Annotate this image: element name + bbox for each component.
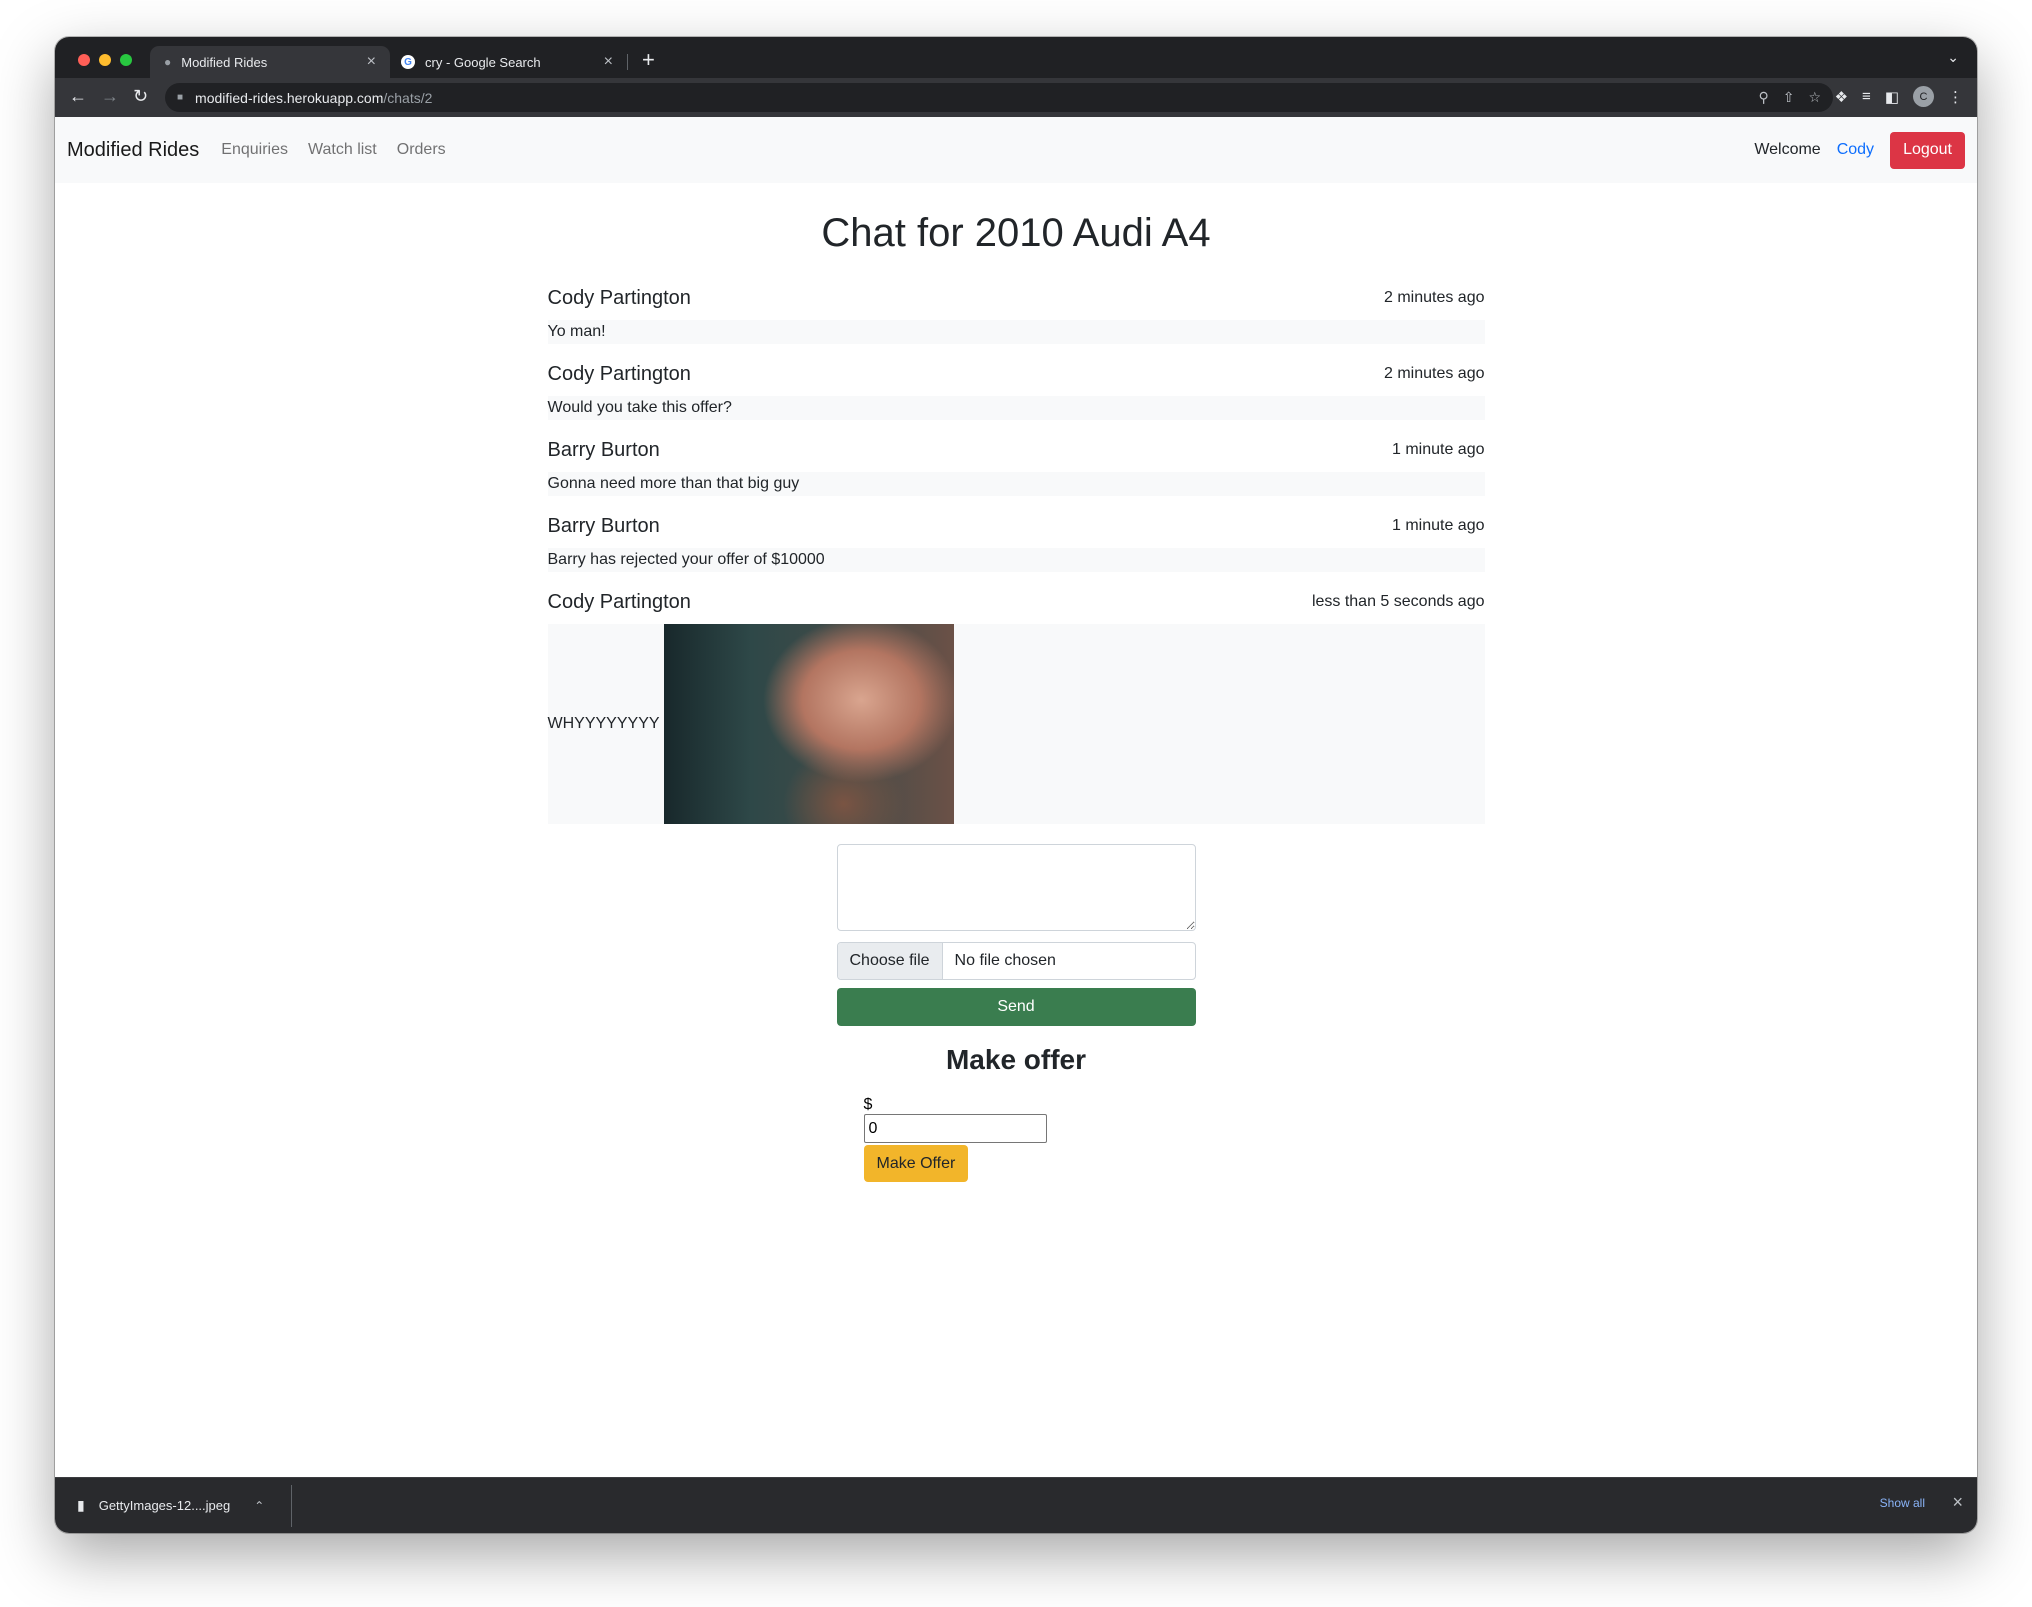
url-path: /chats/2 (383, 89, 433, 106)
chevron-up-icon[interactable]: ⌃ (254, 1499, 264, 1513)
browser-window: ● Modified Rides × G cry - Google Search… (55, 37, 1977, 1533)
message-author: Cody Partington (547, 286, 691, 309)
message-text: WHYYYYYYYY (547, 715, 660, 732)
message-header: Barry Burton 1 minute ago (547, 514, 1485, 537)
location-pin-icon[interactable]: ⚲ (1758, 89, 1768, 106)
message-body: Would you take this offer? (547, 396, 1485, 420)
message-author: Barry Burton (547, 514, 660, 537)
message-textarea[interactable] (836, 844, 1196, 931)
message-time: 2 minutes ago (1383, 289, 1485, 306)
reading-list-icon[interactable]: ≡ (1862, 88, 1871, 105)
file-input[interactable]: Choose file No file chosen (836, 942, 1196, 980)
profile-avatar[interactable]: C (1913, 86, 1934, 107)
message-header: Cody Partington 2 minutes ago (547, 286, 1485, 309)
close-icon[interactable]: × (604, 53, 613, 71)
message-header: Barry Burton 1 minute ago (547, 438, 1485, 461)
message-author: Barry Burton (547, 438, 660, 461)
site-navbar: Modified Rides Enquiries Watch list Orde… (55, 117, 1977, 183)
bookmark-star-icon[interactable]: ☆ (1808, 89, 1821, 106)
close-icon[interactable]: × (1952, 1492, 1963, 1513)
chat-title: Chat for 2010 Audi A4 (821, 211, 1211, 255)
maximize-window-button[interactable] (120, 54, 132, 66)
offer-amount-input[interactable] (863, 1114, 1047, 1143)
url-host: modified-rides.herokuapp.com (195, 89, 384, 106)
side-panel-icon[interactable]: ◧ (1885, 88, 1899, 106)
welcome-text: Welcome (1754, 141, 1821, 158)
send-button[interactable]: Send (836, 988, 1196, 1026)
message-body: WHYYYYYYYY (547, 624, 1485, 824)
nav-link-watch-list[interactable]: Watch list (298, 141, 387, 159)
toolbar-actions: ❖ ≡ ◧ C ⋮ (1835, 86, 1963, 107)
chat-message: Barry Burton 1 minute ago Barry has reje… (547, 514, 1485, 572)
extensions-puzzle-icon[interactable]: ❖ (1835, 88, 1848, 106)
message-header: Cody Partington 2 minutes ago (547, 362, 1485, 385)
offer-form: $ Make Offer (837, 1096, 1196, 1182)
chat-message: Cody Partington less than 5 seconds ago … (547, 590, 1485, 824)
message-list: Cody Partington 2 minutes ago Yo man! Co… (547, 286, 1485, 824)
currency-label: $ (863, 1096, 873, 1113)
web-page: Modified Rides Enquiries Watch list Orde… (55, 117, 1977, 1477)
lock-icon: ■ (177, 92, 184, 103)
message-body: Yo man! (547, 320, 1485, 344)
file-icon: ▮ (77, 1497, 85, 1513)
close-icon[interactable]: × (367, 53, 376, 71)
make-offer-heading: Make offer (945, 1044, 1087, 1075)
message-time: 1 minute ago (1391, 517, 1485, 534)
globe-icon: ● (164, 55, 172, 69)
tab-title: cry - Google Search (425, 54, 541, 70)
nav-link-orders[interactable]: Orders (387, 141, 456, 159)
google-icon: G (401, 55, 415, 69)
new-tab-button[interactable]: + (642, 47, 655, 73)
tab-search-chevron-icon[interactable]: ⌄ (1947, 49, 1959, 66)
brand-link[interactable]: Modified Rides (67, 139, 199, 162)
address-bar[interactable]: ■ modified-rides.herokuapp.com/chats/2 ⚲… (165, 83, 1833, 112)
tab-google-search[interactable]: G cry - Google Search × (387, 46, 627, 78)
chat-message: Barry Burton 1 minute ago Gonna need mor… (547, 438, 1485, 496)
tab-title: Modified Rides (181, 54, 268, 70)
download-separator (291, 1485, 292, 1527)
message-body: Barry has rejected your offer of $10000 (547, 548, 1485, 572)
back-arrow-icon[interactable]: ← (69, 86, 87, 107)
message-time: 1 minute ago (1391, 441, 1485, 458)
download-shelf: ▮ GettyImages-12....jpeg ⌃ Show all × (55, 1477, 1977, 1533)
crying-man-photo (663, 624, 954, 824)
download-item[interactable]: ▮ GettyImages-12....jpeg ⌃ (77, 1497, 264, 1514)
compose-form: Choose file No file chosen Send (836, 844, 1196, 1026)
show-all-downloads-link[interactable]: Show all (1880, 1496, 1925, 1510)
choose-file-button[interactable]: Choose file (837, 943, 943, 979)
share-icon[interactable]: ⇧ (1783, 89, 1795, 106)
close-window-button[interactable] (78, 54, 90, 66)
download-filename: GettyImages-12....jpeg (98, 1498, 231, 1513)
forward-arrow-icon[interactable]: → (101, 86, 119, 107)
tab-modified-rides[interactable]: ● Modified Rides × (150, 46, 390, 78)
reload-icon[interactable]: ↻ (133, 86, 148, 107)
more-menu-icon[interactable]: ⋮ (1948, 88, 1963, 106)
message-author: Cody Partington (547, 590, 691, 613)
file-status-text: No file chosen (954, 952, 1056, 969)
message-author: Cody Partington (547, 362, 691, 385)
logout-button[interactable]: Logout (1890, 131, 1965, 169)
message-header: Cody Partington less than 5 seconds ago (547, 590, 1485, 613)
message-body: Gonna need more than that big guy (547, 472, 1485, 496)
message-time: less than 5 seconds ago (1311, 593, 1485, 610)
chat-message: Cody Partington 2 minutes ago Yo man! (547, 286, 1485, 344)
make-offer-button[interactable]: Make Offer (863, 1145, 969, 1182)
omnibox-actions: ⚲ ⇧ ☆ (1758, 89, 1821, 106)
minimize-window-button[interactable] (99, 54, 111, 66)
chat-message: Cody Partington 2 minutes ago Would you … (547, 362, 1485, 420)
message-time: 2 minutes ago (1383, 365, 1485, 382)
browser-chrome: ● Modified Rides × G cry - Google Search… (55, 37, 1977, 117)
window-controls (78, 54, 132, 66)
nav-link-enquiries[interactable]: Enquiries (211, 141, 298, 159)
browser-toolbar: ← → ↻ ■ modified-rides.herokuapp.com/cha… (55, 78, 1977, 117)
tab-separator (627, 54, 628, 70)
user-profile-link[interactable]: Cody (1837, 141, 1874, 159)
